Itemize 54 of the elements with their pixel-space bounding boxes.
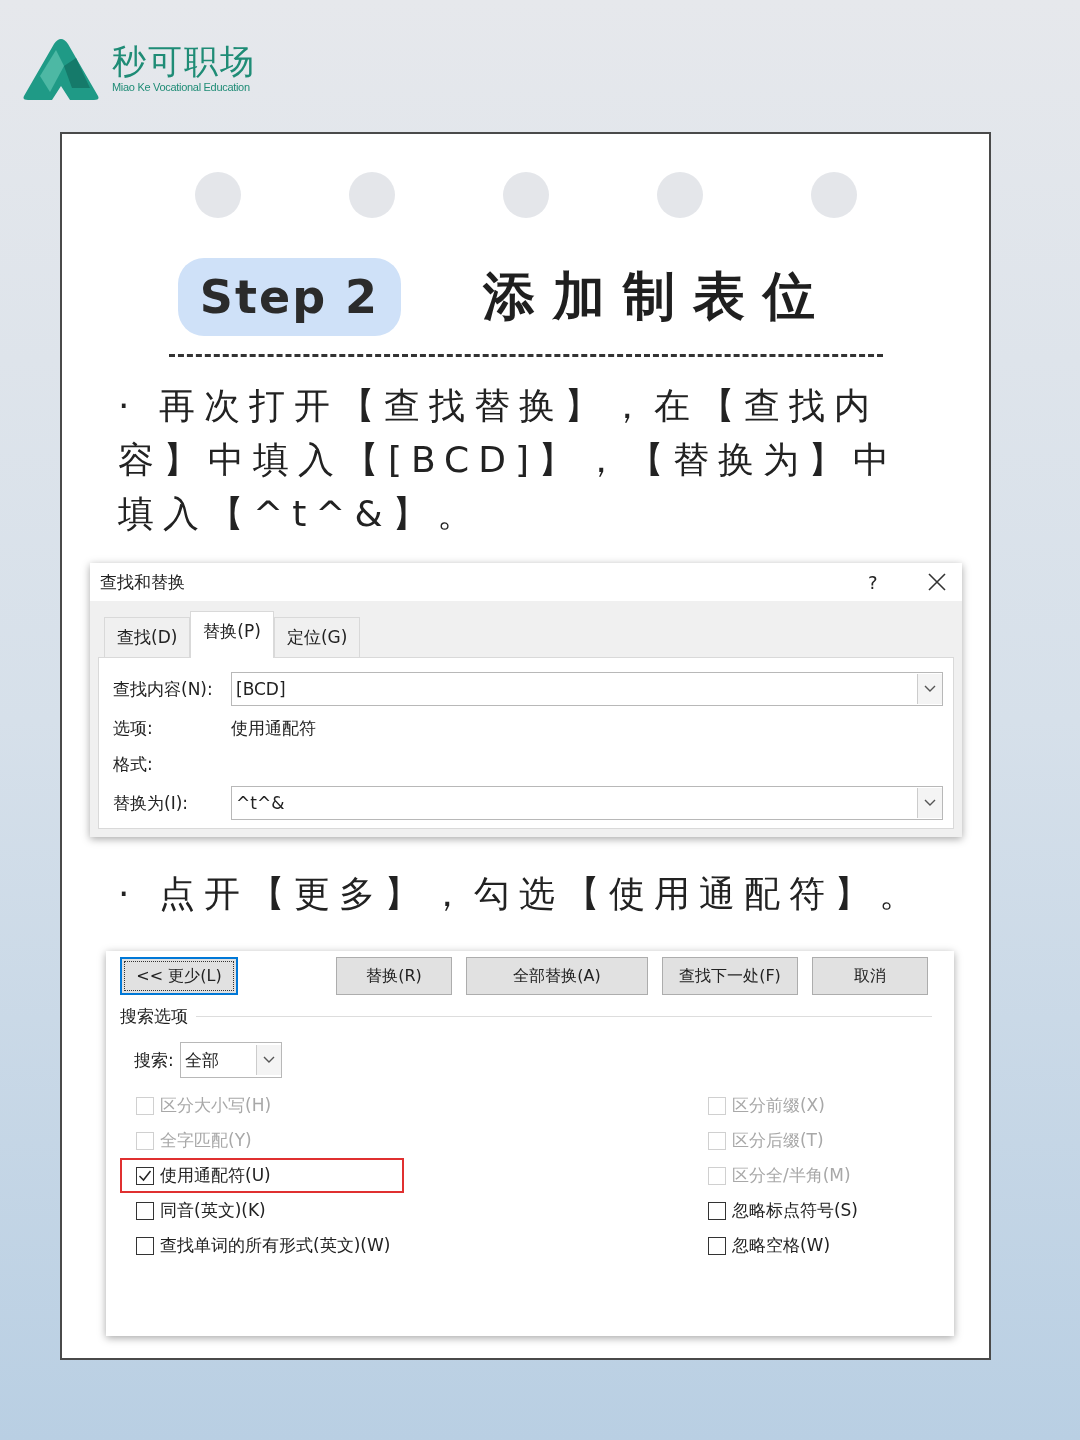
checkbox-option[interactable]: 忽略标点符号(S) [691, 1193, 872, 1228]
help-button[interactable]: ? [868, 571, 928, 593]
checkbox-option[interactable]: 同音(英文)(K) [120, 1193, 405, 1228]
binder-hole [656, 172, 703, 218]
checkbox-icon[interactable] [707, 1201, 726, 1220]
binder-hole [348, 172, 395, 218]
search-dropdown[interactable]: 全部 [179, 1042, 282, 1078]
field-label: 搜索: [134, 1048, 174, 1072]
dialog-tab[interactable]: 替换(P) [190, 611, 274, 658]
option-label: 区分大小写(H) [160, 1094, 272, 1117]
field-label: 格式: [113, 752, 154, 776]
option-label: 查找单词的所有形式(英文)(W) [160, 1234, 391, 1257]
caret-icon [262, 1056, 275, 1064]
checkbox-icon[interactable] [136, 1236, 154, 1255]
option-label: 全字匹配(Y) [160, 1129, 252, 1152]
dialog-button[interactable]: 取消 [812, 957, 928, 995]
field-label: 查找内容(N): [113, 677, 214, 701]
option-label: 区分前缀(X) [731, 1094, 825, 1117]
checkbox-icon[interactable] [136, 1201, 154, 1220]
binder-hole [194, 172, 241, 218]
instruction-text: · 再次打开【查找替换】，在【查找内容】中填入【[BCD]】，【替换为】中填入【^t^&】。 [118, 384, 899, 536]
instruction-text: · 点开【更多】，勾选【使用通配符】。 [118, 872, 925, 916]
dialog-button[interactable]: 查找下一处(F) [662, 957, 798, 995]
checkbox-icon[interactable] [136, 1166, 154, 1185]
caret-icon [924, 799, 936, 807]
option-label: 同音(英文)(K) [160, 1199, 266, 1222]
option-label: 区分后缀(T) [731, 1129, 824, 1152]
dialog-tab[interactable]: 查找(D) [104, 617, 191, 657]
dialog-tab[interactable]: 定位(G) [273, 617, 361, 657]
section-title: 搜索选项 [120, 1005, 188, 1028]
checkbox-icon[interactable] [707, 1236, 726, 1255]
binder-hole [502, 172, 549, 218]
brand-subtitle: Miao Ke Vocational Education [112, 80, 251, 93]
option-label: 忽略标点符号(S) [731, 1199, 858, 1222]
step-badge: Step 2 [177, 258, 402, 336]
field-label: 选项: [113, 716, 154, 740]
caret-icon [924, 685, 936, 693]
field-label: 替换为(I): [113, 791, 189, 815]
combo-field[interactable]: [BCD] [231, 672, 943, 706]
step-title: 添加制表位 [483, 265, 834, 328]
option-label: 忽略空格(W) [731, 1234, 830, 1257]
dialog-button[interactable]: 替换(R) [336, 957, 452, 995]
dialog-title: 查找和替换 [100, 570, 186, 594]
combo-field[interactable]: ^t^& [231, 786, 943, 820]
binder-hole [810, 172, 857, 218]
option-label: 使用通配符(U) [160, 1164, 271, 1187]
brand-name: 秒可职场 [112, 43, 256, 81]
checkbox-option[interactable]: 查找单词的所有形式(英文)(W) [120, 1228, 405, 1263]
dialog-button[interactable]: 全部替换(A) [466, 957, 648, 995]
dialog-button[interactable]: << 更少(L) [120, 957, 238, 995]
close-icon[interactable] [928, 573, 946, 591]
option-label: 区分全/半角(M) [731, 1164, 851, 1187]
checkbox-option[interactable]: 忽略空格(W) [691, 1228, 872, 1263]
field-value: 使用通配符 [231, 716, 316, 740]
